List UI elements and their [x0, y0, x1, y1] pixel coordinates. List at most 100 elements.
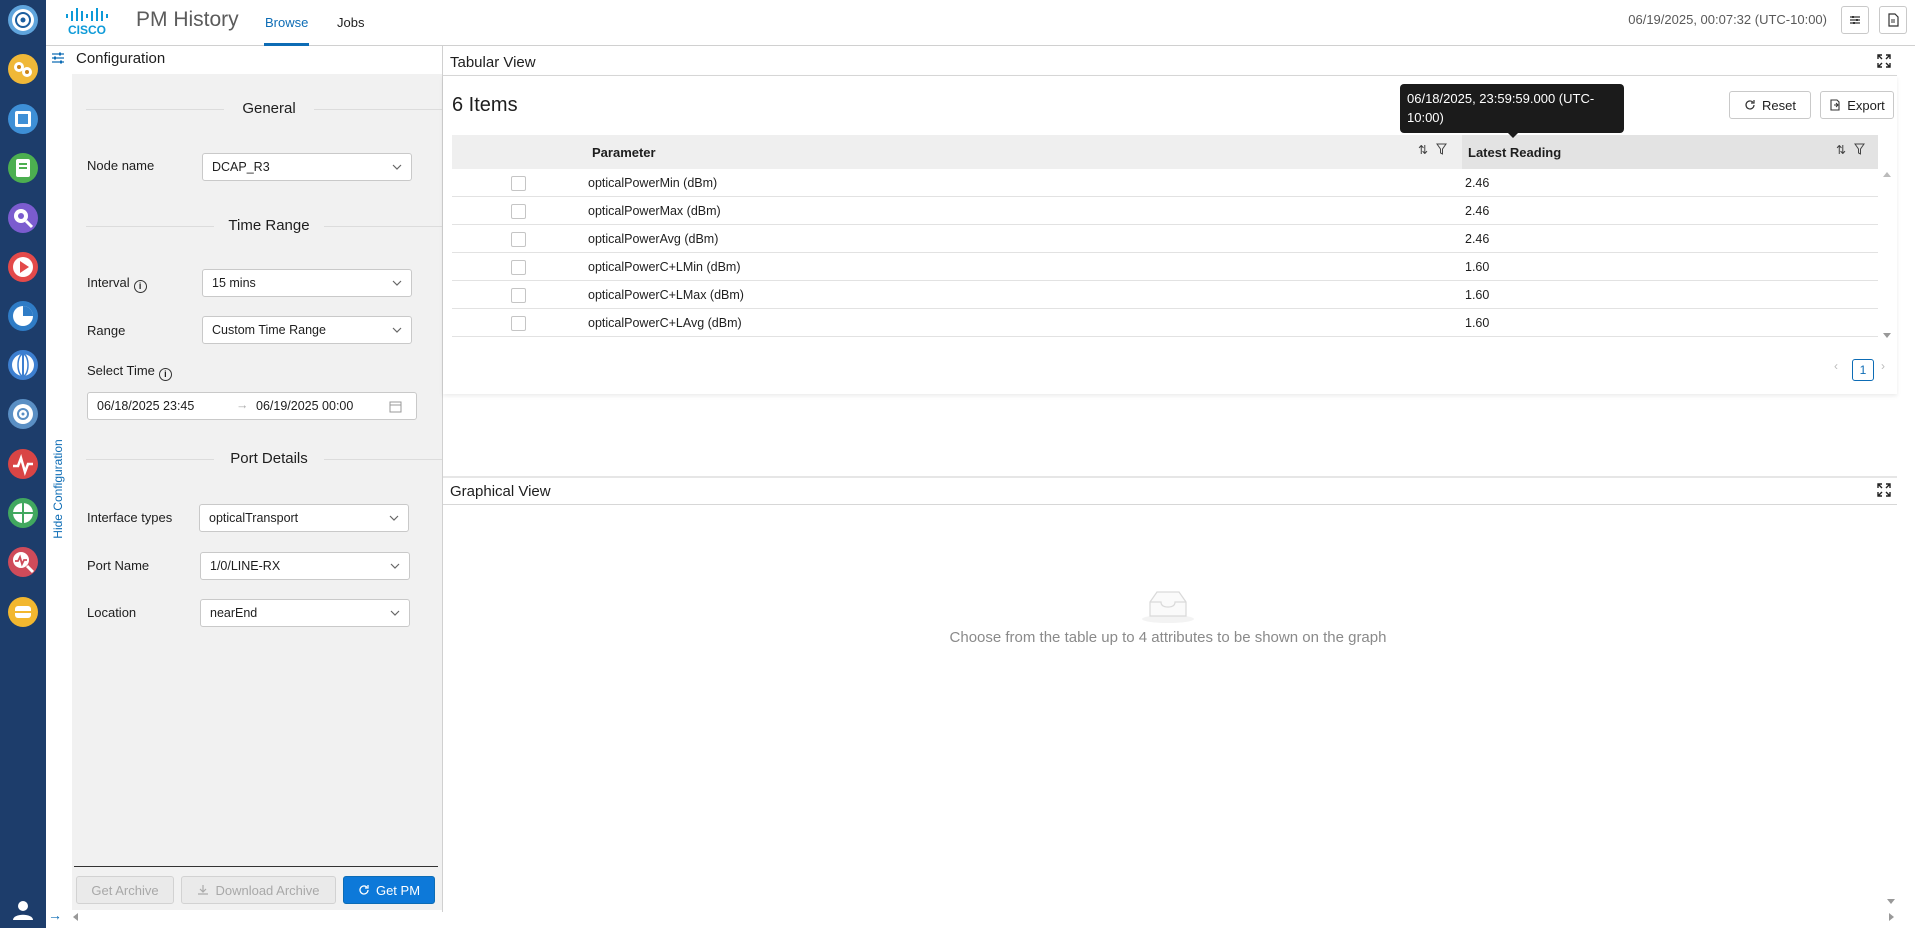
export-label: Export [1847, 97, 1885, 113]
row-checkbox[interactable] [511, 316, 526, 331]
row-parameter: opticalPowerC+LMax (dBm) [588, 288, 744, 302]
app-header: CISCO PM History Browse Jobs 06/19/2025,… [46, 0, 1915, 46]
graphical-view-header: Graphical View [443, 477, 1897, 505]
end-time-input[interactable]: 06/19/2025 00:00 [256, 399, 353, 413]
row-parameter: opticalPowerC+LMin (dBm) [588, 260, 741, 274]
table-vertical-scrollbar[interactable] [1880, 170, 1894, 340]
select-time-label: Select Time i [87, 363, 172, 381]
table-row[interactable]: opticalPowerC+LMax (dBm) 1.60 [452, 281, 1878, 309]
configuration-body [72, 74, 442, 910]
date-range-picker[interactable]: 06/18/2025 23:45 → 06/19/2025 00:00 [87, 392, 417, 420]
empty-inbox-icon [1142, 591, 1194, 623]
nav-app-icon-12[interactable] [5, 544, 41, 580]
row-value: 1.60 [1465, 288, 1490, 302]
filter-icon[interactable] [1436, 143, 1448, 155]
tab-browse[interactable]: Browse [265, 15, 308, 30]
nav-app-icon-4[interactable] [5, 150, 41, 186]
nav-app-icon-1[interactable] [5, 2, 41, 38]
port-details-heading: Port Details [214, 450, 324, 467]
location-value: nearEnd [210, 606, 258, 620]
nav-app-icon-7[interactable] [5, 298, 41, 334]
document-button[interactable] [1879, 6, 1907, 34]
node-name-label: Node name [87, 158, 155, 173]
settings-button[interactable] [1841, 6, 1869, 34]
header-datetime: 06/19/2025, 00:07:32 (UTC-10:00) [1628, 12, 1827, 27]
table-row[interactable]: opticalPowerMin (dBm) 2.46 [452, 169, 1878, 197]
page-number-button[interactable]: 1 [1852, 359, 1874, 381]
get-archive-button[interactable]: Get Archive [76, 876, 174, 904]
row-checkbox[interactable] [511, 288, 526, 303]
horizontal-scrollbar[interactable] [70, 910, 1897, 924]
left-nav-rail [0, 0, 46, 928]
get-pm-button[interactable]: Get PM [343, 876, 435, 904]
graph-empty-message: Choose from the table up to 4 attributes… [949, 629, 1387, 646]
prev-page-icon[interactable]: ‹ [1834, 359, 1838, 373]
interval-label-text: Interval [87, 275, 130, 290]
nav-app-icon-8[interactable] [5, 347, 41, 383]
node-name-select[interactable]: DCAP_R3 [202, 153, 412, 181]
row-checkbox[interactable] [511, 204, 526, 219]
row-value: 1.60 [1465, 316, 1490, 330]
row-parameter: opticalPowerMax (dBm) [588, 204, 721, 218]
row-value: 2.46 [1465, 176, 1490, 190]
document-icon [1888, 13, 1899, 27]
nav-app-icon-10[interactable] [5, 446, 41, 482]
reset-button[interactable]: Reset [1729, 91, 1811, 119]
row-parameter: opticalPowerAvg (dBm) [588, 232, 719, 246]
expand-icon[interactable] [1877, 54, 1891, 68]
location-select[interactable]: nearEnd [200, 599, 410, 627]
info-icon[interactable]: i [158, 368, 172, 381]
user-icon[interactable] [10, 900, 36, 920]
table-row[interactable]: opticalPowerAvg (dBm) 2.46 [452, 225, 1878, 253]
column-header-parameter[interactable]: Parameter [592, 145, 656, 160]
interface-types-select[interactable]: opticalTransport [199, 504, 409, 532]
interval-select[interactable]: 15 mins [202, 269, 412, 297]
sort-icon[interactable]: ⇅ [1836, 143, 1846, 157]
chevron-down-icon [390, 563, 400, 569]
table-row[interactable]: opticalPowerC+LAvg (dBm) 1.60 [452, 309, 1878, 337]
expand-arrow-icon[interactable]: → [48, 907, 62, 923]
table-row[interactable]: opticalPowerMax (dBm) 2.46 [452, 197, 1878, 225]
footer-divider [74, 866, 438, 867]
table-row[interactable]: opticalPowerC+LMin (dBm) 1.60 [452, 253, 1878, 281]
nav-app-icon-3[interactable] [5, 101, 41, 137]
range-label: Range [87, 323, 126, 338]
latest-reading-header-cell[interactable]: Latest Reading ⇅ [1462, 135, 1878, 169]
info-icon[interactable]: i [133, 280, 147, 293]
interface-types-value: opticalTransport [209, 511, 299, 525]
general-heading: General [224, 100, 314, 117]
nav-app-icon-6[interactable] [5, 249, 41, 285]
range-select[interactable]: Custom Time Range [202, 316, 412, 344]
sliders-icon [1850, 16, 1860, 24]
sort-icon[interactable]: ⇅ [1418, 143, 1428, 157]
row-checkbox[interactable] [511, 232, 526, 247]
nav-app-icon-13[interactable] [5, 594, 41, 630]
tab-jobs[interactable]: Jobs [337, 15, 364, 30]
row-parameter: opticalPowerMin (dBm) [588, 176, 718, 190]
download-icon [198, 885, 209, 895]
configuration-title: Configuration [76, 50, 166, 67]
cisco-logo: CISCO [66, 8, 108, 37]
row-checkbox[interactable] [511, 176, 526, 191]
expand-icon[interactable] [1877, 483, 1891, 497]
hide-configuration-toggle[interactable]: Hide Configuration [46, 434, 70, 544]
port-name-select[interactable]: 1/0/LINE-RX [200, 552, 410, 580]
latest-reading-header-actions: ⇅ [1836, 143, 1866, 157]
tooltip: 06/18/2025, 23:59:59.000 (UTC-10:00) [1400, 84, 1624, 133]
chevron-down-icon [389, 515, 399, 521]
download-archive-button[interactable]: Download Archive [181, 876, 336, 904]
nav-app-icon-2[interactable] [5, 51, 41, 87]
nav-app-icon-5[interactable] [5, 200, 41, 236]
row-value: 2.46 [1465, 204, 1490, 218]
scroll-down-icon[interactable] [1884, 897, 1898, 907]
start-time-input[interactable]: 06/18/2025 23:45 [97, 399, 194, 413]
app-title: PM History [136, 8, 239, 31]
nav-app-icon-9[interactable] [5, 396, 41, 432]
interface-types-label: Interface types [87, 510, 173, 525]
row-checkbox[interactable] [511, 260, 526, 275]
nav-app-icon-11[interactable] [5, 495, 41, 531]
filter-icon[interactable] [1854, 143, 1866, 155]
export-button[interactable]: Export [1820, 91, 1894, 119]
next-page-icon[interactable]: › [1881, 359, 1885, 373]
filter-sliders-icon[interactable] [50, 50, 66, 66]
